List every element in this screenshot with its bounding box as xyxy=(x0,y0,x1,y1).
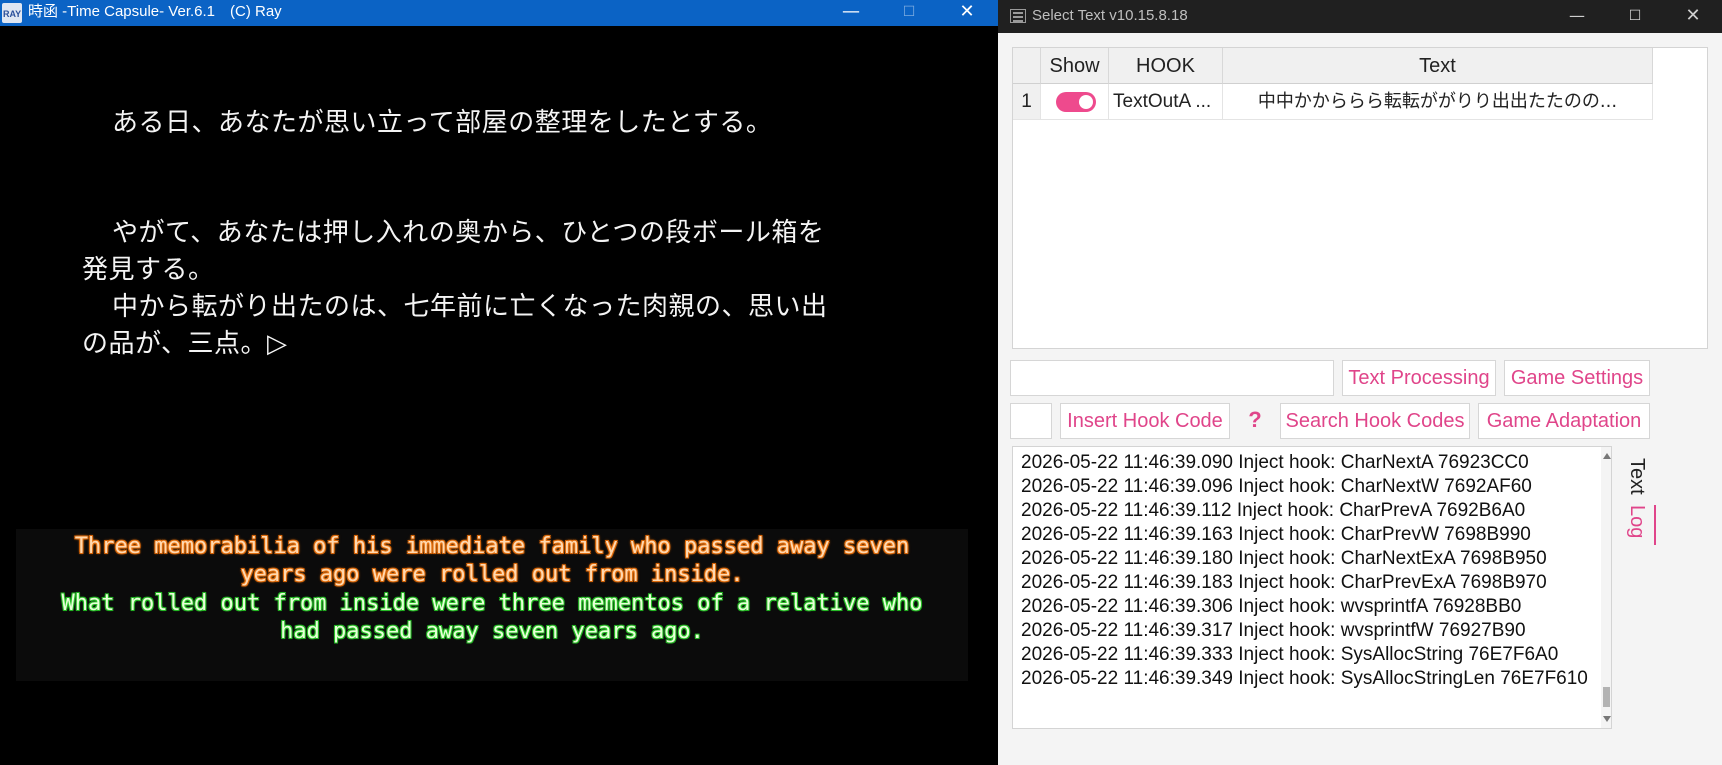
tab-log[interactable]: Log xyxy=(1624,505,1656,545)
log-line: 2026-05-22 11:46:39.163 Inject hook: Cha… xyxy=(1021,524,1531,545)
minimize-icon[interactable]: — xyxy=(822,0,880,26)
visual-novel-text-area[interactable]: ある日、あなたが思い立って部屋の整理をしたとする。 やがて、あなたは押し入れの奥… xyxy=(0,26,998,765)
log-line: 2026-05-22 11:46:39.112 Inject hook: Cha… xyxy=(1021,500,1526,521)
ray-app-icon[interactable]: RAY xyxy=(2,3,22,23)
scroll-down-icon[interactable] xyxy=(1603,716,1611,722)
translation-line-orange: years ago were rolled out from inside. xyxy=(240,562,744,587)
game-window-title: 時函 -Time Capsule- Ver.6.1 (C) Ray xyxy=(28,3,282,20)
novel-line: 発見する。 xyxy=(82,255,215,285)
text-processing-button[interactable]: Text Processing xyxy=(1342,360,1496,396)
log-line: 2026-05-22 11:46:39.183 Inject hook: Cha… xyxy=(1021,572,1547,593)
close-icon[interactable]: ✕ xyxy=(938,0,996,26)
tab-text[interactable]: Text xyxy=(1624,458,1650,508)
log-line: 2026-05-22 11:46:39.180 Inject hook: Cha… xyxy=(1021,548,1547,569)
column-header-hook[interactable]: HOOK xyxy=(1109,48,1223,84)
log-line: 2026-05-22 11:46:39.333 Inject hook: Sys… xyxy=(1021,644,1559,665)
table-corner-header xyxy=(1013,48,1041,84)
novel-line: やがて、あなたは押し入れの奥から、ひとつの段ボール箱を xyxy=(112,218,825,248)
log-line: 2026-05-22 11:46:39.090 Inject hook: Cha… xyxy=(1021,452,1529,473)
translation-overlay[interactable]: Three memorabilia of his immediate famil… xyxy=(16,529,968,681)
table-cell-hook[interactable]: TextOutA ... xyxy=(1109,84,1223,120)
process-select-box[interactable] xyxy=(1010,403,1052,439)
game-titlebar[interactable]: RAY 時函 -Time Capsule- Ver.6.1 (C) Ray — … xyxy=(0,0,998,26)
toggle-knob xyxy=(1079,95,1093,109)
tab-log-label: Log xyxy=(1626,505,1648,539)
scroll-up-icon[interactable] xyxy=(1603,453,1611,459)
help-icon[interactable]: ? xyxy=(1236,403,1274,439)
row-index[interactable]: 1 xyxy=(1013,84,1041,120)
game-adaptation-button[interactable]: Game Adaptation xyxy=(1478,403,1650,439)
window-app-icon xyxy=(1010,9,1026,23)
select-text-window-title: Select Text v10.15.8.18 xyxy=(1032,7,1188,24)
game-window: RAY 時函 -Time Capsule- Ver.6.1 (C) Ray — … xyxy=(0,0,998,765)
log-line: 2026-05-22 11:46:39.306 Inject hook: wvs… xyxy=(1021,596,1522,617)
minimize-icon[interactable]: — xyxy=(1548,0,1606,33)
maximize-icon[interactable]: ☐ xyxy=(1606,0,1664,33)
select-text-body: Show HOOK Text 1 TextOutA ... 中中かかららら転転が… xyxy=(998,33,1722,765)
novel-line: 中から転がり出たのは、七年前に亡くなった肉親の、思い出 xyxy=(112,292,828,322)
log-panel[interactable]: 2026-05-22 11:46:39.090 Inject hook: Cha… xyxy=(1012,446,1612,729)
log-line: 2026-05-22 11:46:39.349 Inject hook: Sys… xyxy=(1021,668,1588,689)
log-line: 2026-05-22 11:46:39.317 Inject hook: wvs… xyxy=(1021,620,1526,641)
translation-line-green: had passed away seven years ago. xyxy=(280,619,704,644)
game-settings-button[interactable]: Game Settings xyxy=(1504,360,1650,396)
table-cell-show xyxy=(1041,84,1109,120)
select-text-window: Select Text v10.15.8.18 — ☐ ✕ Show HOOK … xyxy=(998,0,1722,765)
translation-line-green: What rolled out from inside were three m… xyxy=(61,591,923,616)
table-cell-text[interactable]: 中中かかららら転転ががりり出出たたのの... xyxy=(1223,84,1653,120)
column-header-show[interactable]: Show xyxy=(1041,48,1109,84)
column-header-text[interactable]: Text xyxy=(1223,48,1653,84)
hook-table[interactable]: Show HOOK Text 1 TextOutA ... 中中かかららら転転が… xyxy=(1012,47,1708,349)
log-scrollbar[interactable] xyxy=(1601,447,1611,728)
select-text-titlebar[interactable]: Select Text v10.15.8.18 — ☐ ✕ xyxy=(998,0,1722,33)
log-line: 2026-05-22 11:46:39.096 Inject hook: Cha… xyxy=(1021,476,1532,497)
close-icon[interactable]: ✕ xyxy=(1664,0,1722,33)
novel-line: ある日、あなたが思い立って部屋の整理をしたとする。 xyxy=(112,108,773,138)
show-toggle[interactable] xyxy=(1056,92,1096,112)
app-icon-label: RAY xyxy=(3,9,22,19)
scroll-thumb[interactable] xyxy=(1603,687,1610,707)
novel-line: の品が、三点。▷ xyxy=(82,329,288,359)
filter-input[interactable] xyxy=(1010,360,1334,396)
maximize-icon[interactable]: ☐ xyxy=(880,0,938,26)
tab-text-label: Text xyxy=(1626,458,1648,495)
insert-hook-code-button[interactable]: Insert Hook Code xyxy=(1060,403,1230,439)
translation-line-orange: Three memorabilia of his immediate famil… xyxy=(74,534,910,559)
search-hook-codes-button[interactable]: Search Hook Codes xyxy=(1280,403,1470,439)
